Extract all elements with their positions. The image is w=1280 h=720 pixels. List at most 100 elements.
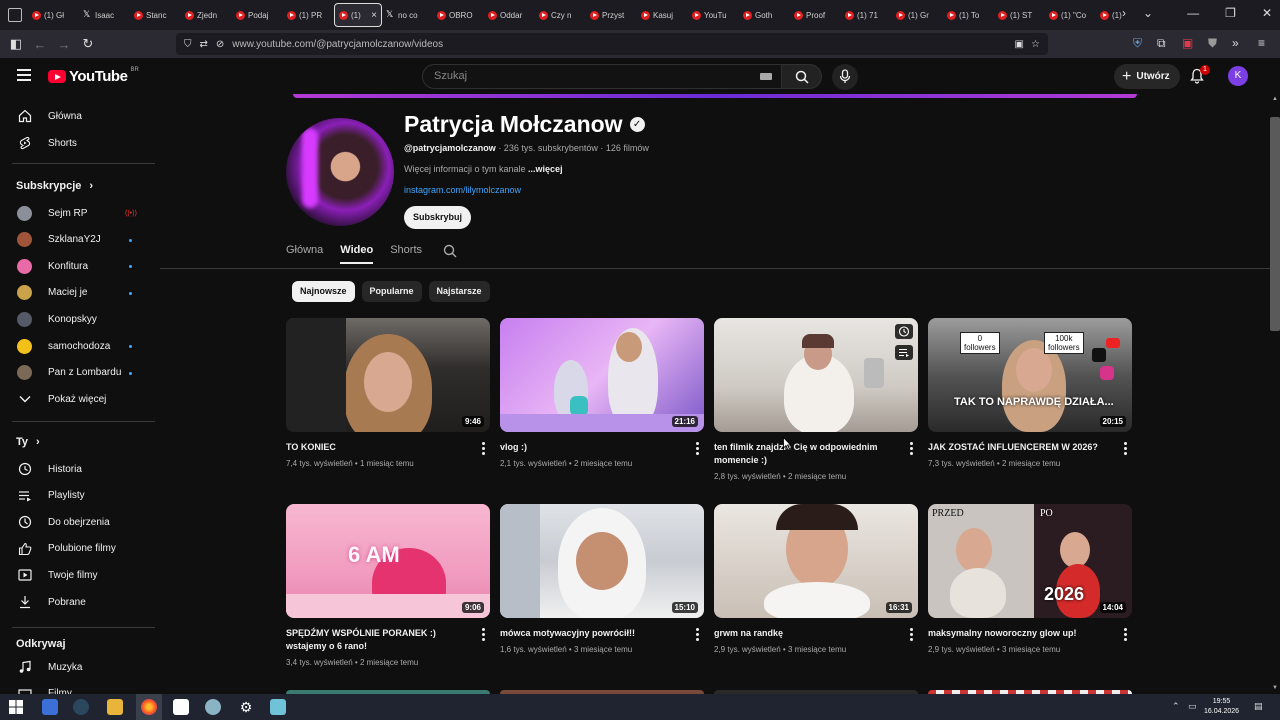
video-card[interactable]: 6 AM 9:06 SPĘDŹMY WSPÓLNIE PORANEK :) wsta…	[286, 504, 490, 667]
video-thumbnail[interactable]: 9:46	[286, 318, 490, 432]
channel-external-link[interactable]: instagram.com/lilymolczanow	[404, 185, 521, 195]
account-avatar[interactable]: K	[1228, 66, 1248, 86]
taskbar-app-icon[interactable]	[42, 699, 58, 715]
sidebar-item-home[interactable]: Główna	[0, 103, 155, 129]
sidebar-subscription-item[interactable]: Pan z Lombardu	[0, 360, 155, 386]
sidebar-toggle-icon[interactable]: ◧	[4, 36, 28, 52]
notifications-button[interactable]: 1	[1190, 65, 1210, 89]
tab-overview-icon[interactable]	[8, 8, 22, 22]
sidebar-item-music[interactable]: Muzyka	[0, 654, 155, 680]
show-more-button[interactable]: Pokaż więcej	[0, 386, 155, 412]
sidebar-subscription-item[interactable]: samochodoza	[0, 333, 155, 359]
more-actions-icon[interactable]	[1124, 442, 1128, 457]
sidebar-item-your-videos[interactable]: Twoje filmy	[0, 562, 155, 588]
network-icon[interactable]: ▭	[1188, 701, 1197, 712]
search-button[interactable]	[781, 64, 822, 89]
video-thumbnail[interactable]: 16:31	[714, 504, 918, 618]
tray-expand-icon[interactable]: ⌃	[1172, 701, 1180, 712]
browser-tab[interactable]: Proof	[790, 3, 841, 27]
sidebar-item-downloads[interactable]: Pobrane	[0, 589, 155, 615]
browser-tab[interactable]: no co	[382, 3, 433, 27]
sidebar-item-shorts[interactable]: Shorts	[0, 130, 155, 156]
forward-icon[interactable]: →	[52, 37, 76, 52]
video-title[interactable]: maksymalny noworoczny glow up!	[928, 627, 1110, 640]
video-card[interactable]: 0 followers 100k followers TAK TO NAPRAWDĘ D…	[928, 318, 1132, 468]
more-actions-icon[interactable]	[910, 628, 914, 643]
taskbar-clock[interactable]: 19:55 16.04.2026	[1204, 697, 1239, 717]
sidebar-item-liked[interactable]: Polubione filmy	[0, 536, 155, 562]
video-thumbnail[interactable]: 6 AM 9:06	[286, 504, 490, 618]
browser-tab[interactable]: Podaj	[232, 3, 283, 27]
scrollbar-thumb[interactable]	[1270, 117, 1280, 331]
scroll-down-icon[interactable]: ▼	[1270, 685, 1280, 691]
ublock-icon[interactable]: ⛊	[1208, 36, 1217, 51]
browser-tab[interactable]: (1) ST	[994, 3, 1045, 27]
close-tab-icon[interactable]: ×	[371, 10, 377, 21]
chip-newest[interactable]: Najnowsze	[292, 281, 355, 302]
url-text[interactable]: www.youtube.com/@patrycjamolczanow/video…	[232, 39, 443, 50]
browser-tab[interactable]: (1) "Co	[1045, 3, 1096, 27]
voice-search-button[interactable]	[832, 64, 858, 90]
more-actions-icon[interactable]	[696, 628, 700, 643]
browser-tab[interactable]: Kasuj	[637, 3, 688, 27]
video-card[interactable]: PRZED PO 2026 14:04 maksymalny noworoczny gl…	[928, 504, 1132, 654]
close-window-icon[interactable]: ✕	[1262, 6, 1272, 20]
video-card[interactable]: 21:16 vlog :) 2,1 tys. wyświetleń • 2 mies…	[500, 318, 704, 468]
add-to-queue-icon[interactable]	[895, 345, 913, 360]
restore-icon[interactable]: ❐	[1225, 6, 1236, 20]
windows-start-icon[interactable]	[8, 699, 24, 715]
video-title[interactable]: SPĘDŹMY WSPÓLNIE PORANEK :) wstajemy o 6…	[286, 627, 468, 653]
browser-tab[interactable]: Oddar	[484, 3, 535, 27]
firefox-icon[interactable]	[141, 699, 157, 715]
settings-gear-icon[interactable]: ⚙	[238, 699, 254, 715]
taskbar-app-icon[interactable]	[205, 699, 221, 715]
tracking-protection-icon[interactable]: ⛉	[184, 39, 192, 50]
browser-tab[interactable]: OBRO	[433, 3, 484, 27]
overflow-menu-icon[interactable]: »	[1232, 36, 1239, 50]
sidebar-item-watch-later[interactable]: Do obejrzenia	[0, 509, 155, 535]
taskbar-app-icon[interactable]	[173, 699, 189, 715]
video-thumbnail[interactable]: PRZED PO 2026 14:04	[928, 504, 1132, 618]
browser-tab[interactable]: (1) Gr	[892, 3, 943, 27]
keyboard-icon[interactable]	[760, 73, 772, 80]
permissions-icon[interactable]: ⇄	[200, 39, 208, 50]
chip-popular[interactable]: Popularne	[361, 281, 422, 302]
scroll-up-icon[interactable]: ▲	[1270, 96, 1280, 102]
video-card[interactable]: 9:46 TO KONIEC 7,4 tys. wyświetleń • 1 mie…	[286, 318, 490, 468]
browser-tab[interactable]: Stanc	[130, 3, 181, 27]
browser-tab[interactable]: Czy n	[535, 3, 586, 27]
video-card[interactable]: 16:31 grwm na randkę 2,9 tys. wyświetleń •…	[714, 504, 918, 654]
video-title[interactable]: JAK ZOSTAĆ INFLUENCEREM W 2026?	[928, 441, 1110, 454]
video-title[interactable]: TO KONIEC	[286, 441, 468, 454]
more-actions-icon[interactable]	[696, 442, 700, 457]
search-input[interactable]: Szukaj	[422, 64, 782, 89]
video-card[interactable]: ten filmik znajdzie Cię w odpowiednim mo…	[714, 318, 918, 481]
sidebar-subscription-item[interactable]: Sejm RP ((•))	[0, 200, 155, 226]
bookmark-star-icon[interactable]: ☆	[1031, 39, 1040, 50]
sidebar-item-playlists[interactable]: Playlisty	[0, 483, 155, 509]
sidebar-item-history[interactable]: Historia	[0, 456, 155, 482]
site-info-icon[interactable]: ⊘	[216, 39, 224, 50]
channel-description[interactable]: Więcej informacji o tym kanale ...więcej	[404, 164, 563, 174]
watch-later-overlay-icon[interactable]	[895, 324, 913, 339]
browser-tab[interactable]: (1) PR	[283, 3, 334, 27]
video-title[interactable]: grwm na randkę	[714, 627, 896, 640]
browser-tab[interactable]: Przyst	[586, 3, 637, 27]
sidebar-subscription-item[interactable]: Maciej je	[0, 280, 155, 306]
video-title[interactable]: mówca motywacyjny powrócił!!	[500, 627, 682, 640]
taskbar-app-icon[interactable]	[270, 699, 286, 715]
url-bar[interactable]: ⛉ ⇄ ⊘ www.youtube.com/@patrycjamolczanow…	[176, 33, 1048, 55]
guide-menu-icon[interactable]	[17, 69, 31, 84]
extension-badge-icon[interactable]: ▣	[1182, 36, 1193, 50]
youtube-logo[interactable]: YouTube BR	[48, 67, 139, 85]
tab-home[interactable]: Główna	[286, 244, 323, 264]
app-menu-icon[interactable]: ≡	[1258, 36, 1265, 50]
reload-icon[interactable]: ↻	[76, 36, 100, 52]
chip-oldest[interactable]: Najstarsze	[428, 281, 490, 302]
tab-list-icon[interactable]: ⌄	[1143, 6, 1153, 20]
video-thumbnail[interactable]: 0 followers 100k followers TAK TO NAPRAWDĘ D…	[928, 318, 1132, 432]
subscriptions-heading[interactable]: Subskrypcje ›	[16, 180, 93, 192]
you-heading[interactable]: Ty ›	[16, 436, 40, 448]
minimize-icon[interactable]: —	[1187, 6, 1199, 20]
browser-tab[interactable]: Goth	[739, 3, 790, 27]
